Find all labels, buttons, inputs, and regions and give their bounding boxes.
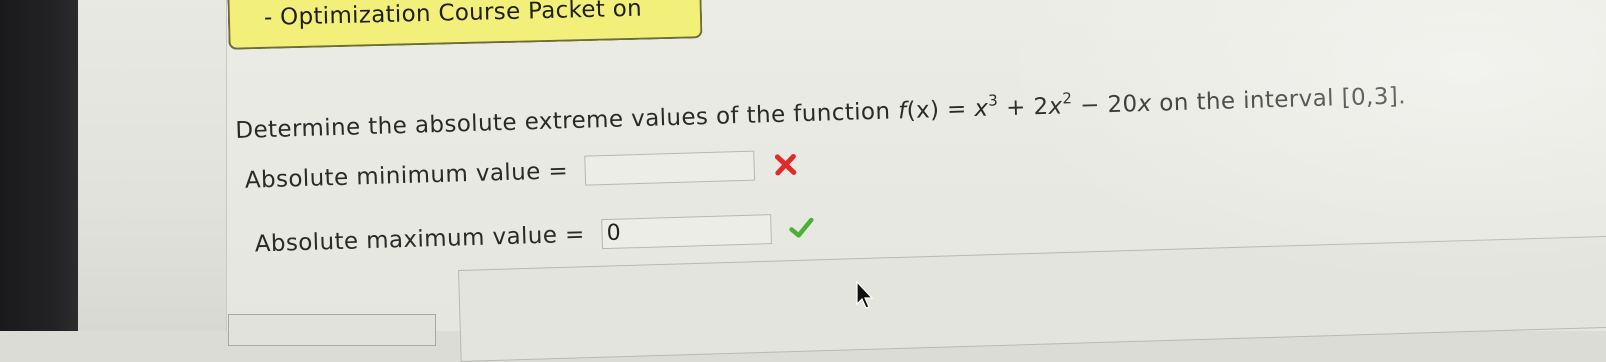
monitor-bezel [0,0,78,331]
submit-area-box[interactable] [228,314,436,346]
course-banner-title: - Optimization Course Packet on [263,0,643,31]
function-arg: (x) [906,97,940,125]
plus-coeff: + 2 [998,93,1049,122]
x-mark-icon [774,153,796,176]
minimum-input[interactable] [584,150,756,186]
equals-sign: = [938,96,975,124]
check-mark-icon [789,217,814,238]
term3-var: x [1137,90,1153,118]
minus-coeff: − 20 [1072,91,1139,120]
term1-base: x [974,95,989,123]
term2-base: x [1048,93,1063,120]
maximum-input[interactable]: 0 [601,214,773,250]
mouse-cursor-icon [856,280,874,309]
